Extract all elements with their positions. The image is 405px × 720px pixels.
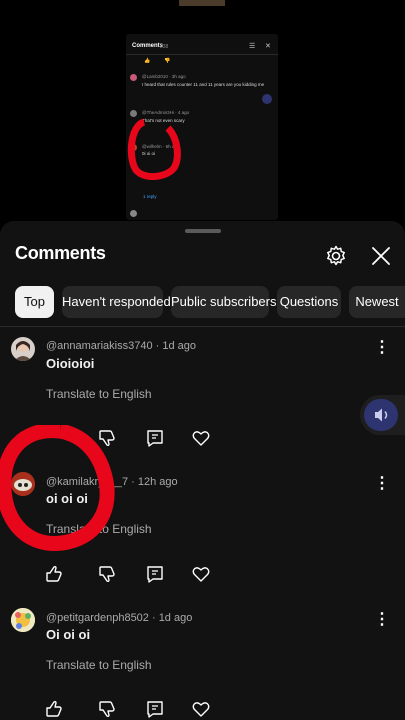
sheet-title: Comments: [15, 243, 106, 263]
filter-chip-newest[interactable]: Newest: [349, 286, 405, 318]
preview-comment: I heard that rules counter 11 and 11 yea…: [142, 82, 265, 87]
dislike-icon[interactable]: [97, 699, 117, 719]
filter-chip-havent-responded[interactable]: Haven't responded: [62, 286, 171, 318]
preview-reply: 1 reply: [143, 194, 157, 199]
close-icon[interactable]: [370, 245, 392, 267]
comment-text: Oioioioi: [46, 356, 95, 371]
more-options-icon[interactable]: ⋮: [374, 476, 390, 492]
preview-avatar: [130, 210, 137, 217]
preview-filter-icon: ☰: [249, 43, 256, 50]
speaker-icon: [375, 408, 388, 422]
red-circle-annotation: [0, 425, 115, 551]
more-options-icon[interactable]: ⋮: [374, 612, 390, 628]
dislike-icon[interactable]: [97, 564, 117, 584]
speaker-button[interactable]: [364, 399, 398, 431]
more-options-icon[interactable]: ⋮: [374, 340, 390, 356]
gear-icon[interactable]: [324, 244, 348, 268]
preview-dislike-icon: 👎: [164, 58, 171, 64]
divider: [0, 326, 405, 327]
translate-link[interactable]: Translate to English: [46, 387, 152, 401]
video-thumbnail-strip: [179, 0, 225, 6]
translate-link[interactable]: Translate to English: [46, 658, 152, 672]
reply-icon[interactable]: [145, 699, 165, 719]
drag-handle[interactable]: [185, 229, 221, 233]
reply-icon[interactable]: [145, 564, 165, 584]
filter-chip-questions[interactable]: Questions: [277, 286, 341, 318]
comment-text: Oi oi oi: [46, 627, 91, 642]
avatar[interactable]: [11, 337, 35, 361]
heart-icon[interactable]: [191, 428, 211, 448]
like-icon[interactable]: [44, 699, 64, 719]
preview-author: @TheAdmin3Hi · 4 ago: [142, 110, 190, 115]
avatar[interactable]: [11, 608, 35, 632]
preview-like-icon: 👍: [144, 58, 151, 64]
reply-icon[interactable]: [145, 428, 165, 448]
like-icon[interactable]: [44, 564, 64, 584]
preview-author: @Lamb2010 · 3h ago: [142, 74, 186, 79]
preview-title: Comments: [132, 43, 164, 49]
red-circle-annotation-small: [127, 118, 181, 180]
heart-icon[interactable]: [191, 699, 211, 719]
comment-author[interactable]: @annamariakiss3740 · 1d ago: [46, 340, 196, 352]
comment-author[interactable]: @petitgardenph8502 · 1d ago: [46, 612, 192, 624]
preview-avatar: [130, 74, 137, 81]
preview-count: 238: [160, 44, 169, 50]
filter-chip-top[interactable]: Top: [15, 286, 54, 318]
preview-avatar: [130, 110, 137, 117]
heart-icon[interactable]: [191, 564, 211, 584]
filter-chip-public-subscribers[interactable]: Public subscribers: [171, 286, 277, 318]
preview-close-icon: ✕: [265, 43, 271, 50]
